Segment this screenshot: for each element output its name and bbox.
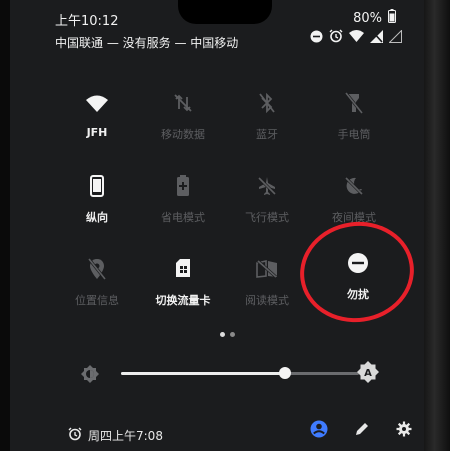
tile-label: 飞行模式 — [245, 211, 289, 224]
page-dot-active[interactable] — [220, 332, 225, 337]
wifi-icon — [84, 90, 110, 116]
status-time: 上午10:12 — [55, 14, 119, 29]
signal-off-icon — [370, 29, 383, 43]
tile-switch-sim[interactable]: 切换流量卡 — [138, 256, 228, 308]
tile-label: JFH — [86, 126, 108, 139]
page-indicator — [220, 332, 235, 337]
tile-label: 纵向 — [86, 211, 108, 224]
brightness-slider[interactable] — [121, 367, 359, 379]
footer-actions — [310, 420, 412, 442]
tile-label: 移动数据 — [161, 128, 205, 141]
tile-flashlight[interactable]: 手电筒 — [309, 90, 399, 142]
tile-night-mode[interactable]: 夜间模式 — [309, 173, 399, 225]
brightness-slider-thumb[interactable] — [279, 367, 292, 379]
tile-label: 切换流量卡 — [155, 294, 211, 307]
sim-card-icon — [170, 256, 196, 282]
airplane-off-icon — [254, 173, 280, 199]
tile-location[interactable]: 位置信息 — [52, 256, 142, 308]
tile-battery-saver[interactable]: 省电模式 — [138, 173, 228, 225]
tile-portrait[interactable]: 纵向 — [52, 173, 142, 225]
mobile-data-off-icon — [170, 90, 196, 116]
settings-icon[interactable] — [396, 421, 412, 441]
portrait-icon — [84, 173, 110, 199]
tile-reading-mode[interactable]: 阅读模式 — [222, 256, 312, 308]
tile-label: 手电筒 — [337, 128, 371, 141]
tile-wifi[interactable]: JFH — [52, 90, 142, 139]
tile-label: 省电模式 — [161, 211, 205, 224]
notification-shade: 上午10:12 80% 中国联通 — 没有服务 — 中国移动 JFH 移动数据 … — [0, 0, 450, 451]
page-dot[interactable] — [230, 332, 235, 337]
tile-mobile-data[interactable]: 移动数据 — [138, 90, 228, 142]
svg-text:A: A — [364, 368, 372, 379]
dnd-status-icon — [310, 30, 323, 43]
alarm-text: 周四上午7:08 — [88, 429, 163, 443]
tile-bluetooth[interactable]: 蓝牙 — [222, 90, 312, 142]
brightness-low-icon — [80, 364, 100, 388]
flashlight-off-icon — [341, 90, 367, 116]
reading-mode-off-icon — [254, 256, 280, 282]
user-icon[interactable] — [310, 420, 328, 442]
location-off-icon — [84, 256, 110, 282]
auto-brightness-icon[interactable]: A — [356, 360, 380, 388]
phone-bezel-right — [424, 0, 450, 451]
bluetooth-off-icon — [254, 90, 280, 116]
tile-label: 阅读模式 — [245, 294, 289, 307]
battery-percent: 80% — [353, 10, 382, 26]
battery-status: 80% — [353, 9, 396, 27]
alarm-status-icon — [329, 29, 343, 43]
camera-notch — [178, 0, 272, 24]
signal-empty-icon — [389, 29, 402, 43]
brightness-slider-fill — [121, 372, 286, 375]
edit-icon[interactable] — [354, 421, 370, 441]
wifi-status-icon — [349, 30, 364, 42]
battery-saver-icon — [170, 173, 196, 199]
tile-label: 位置信息 — [75, 294, 119, 307]
carrier-text: 中国联通 — 没有服务 — 中国移动 — [55, 36, 239, 50]
tile-label: 蓝牙 — [256, 128, 278, 141]
status-icons — [310, 29, 402, 43]
alarm-icon — [68, 427, 82, 444]
battery-icon — [388, 9, 396, 27]
next-alarm[interactable]: 周四上午7:08 — [68, 427, 163, 444]
night-mode-off-icon — [341, 173, 367, 199]
annotation-circle — [293, 214, 421, 330]
phone-bezel-left — [0, 0, 10, 451]
tile-airplane[interactable]: 飞行模式 — [222, 173, 312, 225]
